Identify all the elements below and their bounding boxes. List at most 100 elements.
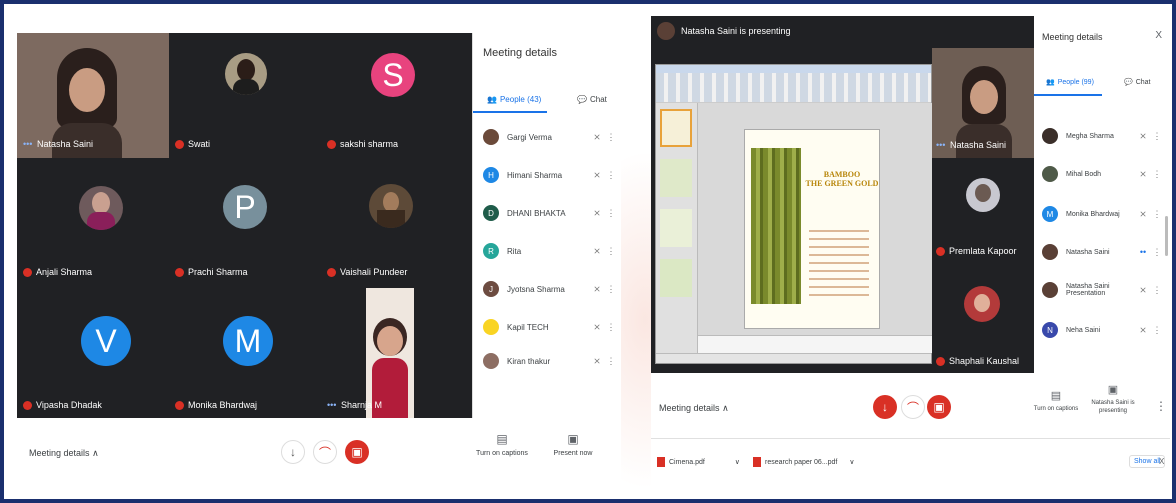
more-options-icon[interactable]: ⋮: [604, 284, 618, 295]
list-item[interactable]: Natasha Saini Presentation ⨯ ⋮: [1042, 272, 1164, 308]
download-item[interactable]: Cimena.pdf ∨: [657, 457, 740, 467]
list-item[interactable]: Megha Sharma ⨯ ⋮: [1042, 118, 1164, 154]
list-item[interactable]: H Himani Sharma ⨯ ⋮: [483, 157, 618, 193]
left-meeting-details-panel: Meeting details 👥 People (43) 💬 Chat Gar…: [472, 33, 621, 418]
participant-name-tag: ••• Natasha Saini: [936, 140, 1006, 150]
more-options-icon[interactable]: ⋮: [604, 208, 618, 219]
avatar: [369, 184, 413, 228]
avatar: [1042, 128, 1058, 144]
participant-tile: Swati: [169, 33, 321, 158]
pdf-file-icon: [753, 457, 761, 467]
participant-name: Anjali Sharma: [36, 267, 93, 277]
more-options-icon[interactable]: ⋮: [1150, 325, 1164, 336]
download-item[interactable]: research paper 06...pdf ∨: [753, 457, 855, 467]
more-options-icon[interactable]: ⋮: [604, 170, 618, 181]
mic-off-icon[interactable]: ⨯: [590, 322, 604, 333]
participant-name: Vaishali Pundeer: [340, 267, 408, 277]
mic-button[interactable]: ↓: [281, 440, 305, 464]
meeting-details-toggle[interactable]: Meeting details ∧: [659, 403, 729, 414]
list-item[interactable]: Gargi Verma ⨯ ⋮: [483, 119, 618, 155]
participant-name: Natasha Saini: [950, 140, 1007, 150]
list-item[interactable]: R Rita ⨯ ⋮: [483, 233, 618, 269]
participant-name: Natasha Saini: [37, 139, 94, 149]
close-panel-icon[interactable]: X: [1155, 30, 1162, 41]
participant-name-tag: Swati: [175, 139, 210, 149]
mic-off-icon[interactable]: ⨯: [590, 132, 604, 143]
present-now-button[interactable]: ▣ Present now: [543, 432, 603, 457]
camera-off-icon: ▣: [351, 445, 363, 459]
avatar: J: [483, 281, 499, 297]
mic-off-icon[interactable]: ⨯: [590, 284, 604, 295]
list-item[interactable]: M Monika Bhardwaj ⨯ ⋮: [1042, 196, 1164, 232]
powerpoint-window: BAMBOO THE GREEN GOLD: [655, 64, 932, 364]
mic-off-icon[interactable]: ⨯: [1136, 131, 1150, 142]
scrollbar[interactable]: [1165, 216, 1168, 256]
mic-off-icon[interactable]: ⨯: [1136, 325, 1150, 336]
camera-off-button[interactable]: ▣: [345, 440, 369, 464]
slide-thumbnail[interactable]: [660, 159, 692, 197]
mic-off-icon[interactable]: ⨯: [590, 208, 604, 219]
more-options-icon[interactable]: ⋮: [604, 322, 618, 333]
tab-chat[interactable]: 💬 Chat: [577, 95, 607, 104]
list-item[interactable]: Natasha Saini •• ⋮: [1042, 234, 1164, 270]
list-item[interactable]: Kiran thakur ⨯ ⋮: [483, 347, 618, 375]
pdf-file-icon: [657, 457, 665, 467]
more-options-icon[interactable]: ⋮: [1150, 285, 1164, 296]
mic-off-icon[interactable]: ⨯: [1136, 169, 1150, 180]
participant-name: Prachi Sharma: [188, 267, 248, 277]
mic-off-icon: [936, 246, 945, 256]
slide-thumbnail[interactable]: [660, 109, 692, 147]
avatar: D: [483, 205, 499, 221]
avatar: [79, 186, 123, 230]
slide-title-line2: THE GREEN GOLD: [805, 179, 879, 188]
avatar: [1042, 282, 1058, 298]
more-options-icon[interactable]: ⋮: [604, 356, 618, 367]
captions-button[interactable]: ▤ Turn on captions: [472, 432, 532, 457]
list-item[interactable]: D DHANI BHAKTA ⨯ ⋮: [483, 195, 618, 231]
download-filename: research paper 06...pdf: [765, 458, 838, 466]
more-options-icon[interactable]: ⋮: [604, 246, 618, 257]
meeting-details-toggle[interactable]: Meeting details ∧: [29, 448, 99, 459]
mic-off-button[interactable]: ↓: [873, 395, 897, 419]
more-options-icon[interactable]: ⋮: [1150, 247, 1164, 258]
mic-off-icon[interactable]: ⨯: [590, 170, 604, 181]
mic-off-icon[interactable]: ⨯: [590, 356, 604, 367]
list-item[interactable]: Mihal Bodh ⨯ ⋮: [1042, 156, 1164, 192]
panel-title: Meeting details: [1042, 32, 1103, 42]
list-item[interactable]: N Neha Saini ⨯ ⋮: [1042, 312, 1164, 348]
chevron-down-icon[interactable]: ∨: [735, 458, 740, 466]
leave-call-button[interactable]: ⌒: [313, 440, 337, 464]
list-item[interactable]: J Jyotsna Sharma ⨯ ⋮: [483, 271, 618, 307]
more-options-icon[interactable]: ⋮: [604, 132, 618, 143]
tab-chat[interactable]: 💬 Chat: [1124, 78, 1151, 87]
captions-icon: ▤: [496, 432, 508, 446]
presenting-button[interactable]: ▣ Natasha Saini is presenting: [1087, 383, 1139, 415]
person-name: Neha Saini: [1066, 326, 1101, 334]
camera-off-icon: ▣: [933, 400, 945, 414]
chevron-down-icon[interactable]: ∨: [849, 458, 854, 466]
speaking-indicator-icon: •••: [23, 139, 33, 149]
more-options-icon[interactable]: ⋮: [1150, 131, 1164, 142]
end-call-icon: ⌒: [318, 445, 331, 460]
more-options-icon[interactable]: ⋮: [1150, 209, 1164, 220]
tab-people[interactable]: 👥 People (99): [1046, 78, 1094, 87]
more-options-icon[interactable]: ⋮: [1150, 169, 1164, 180]
mic-off-icon[interactable]: ⨯: [1136, 285, 1150, 296]
close-downloads-icon[interactable]: X: [1159, 457, 1164, 466]
mic-icon: ↓: [290, 445, 296, 459]
avatar: H: [483, 167, 499, 183]
more-options-icon[interactable]: ⋮: [1155, 399, 1167, 413]
camera-off-button[interactable]: ▣: [927, 395, 951, 419]
leave-call-button[interactable]: ⌒: [901, 395, 925, 419]
captions-icon: ▤: [1050, 390, 1062, 402]
mic-off-icon: [327, 267, 336, 277]
list-item[interactable]: Kapil TECH ⨯ ⋮: [483, 309, 618, 345]
tab-people[interactable]: 👥 People (43): [487, 95, 541, 104]
slide-thumbnail[interactable]: [660, 259, 692, 297]
slide-thumbnail[interactable]: [660, 209, 692, 247]
participant-tile: Vaishali Pundeer: [321, 158, 472, 286]
mic-off-icon[interactable]: ⨯: [590, 246, 604, 257]
captions-button[interactable]: ▤ Turn on captions: [1031, 389, 1081, 412]
mic-off-icon[interactable]: ⨯: [1136, 209, 1150, 220]
ppt-notes: [698, 335, 932, 353]
